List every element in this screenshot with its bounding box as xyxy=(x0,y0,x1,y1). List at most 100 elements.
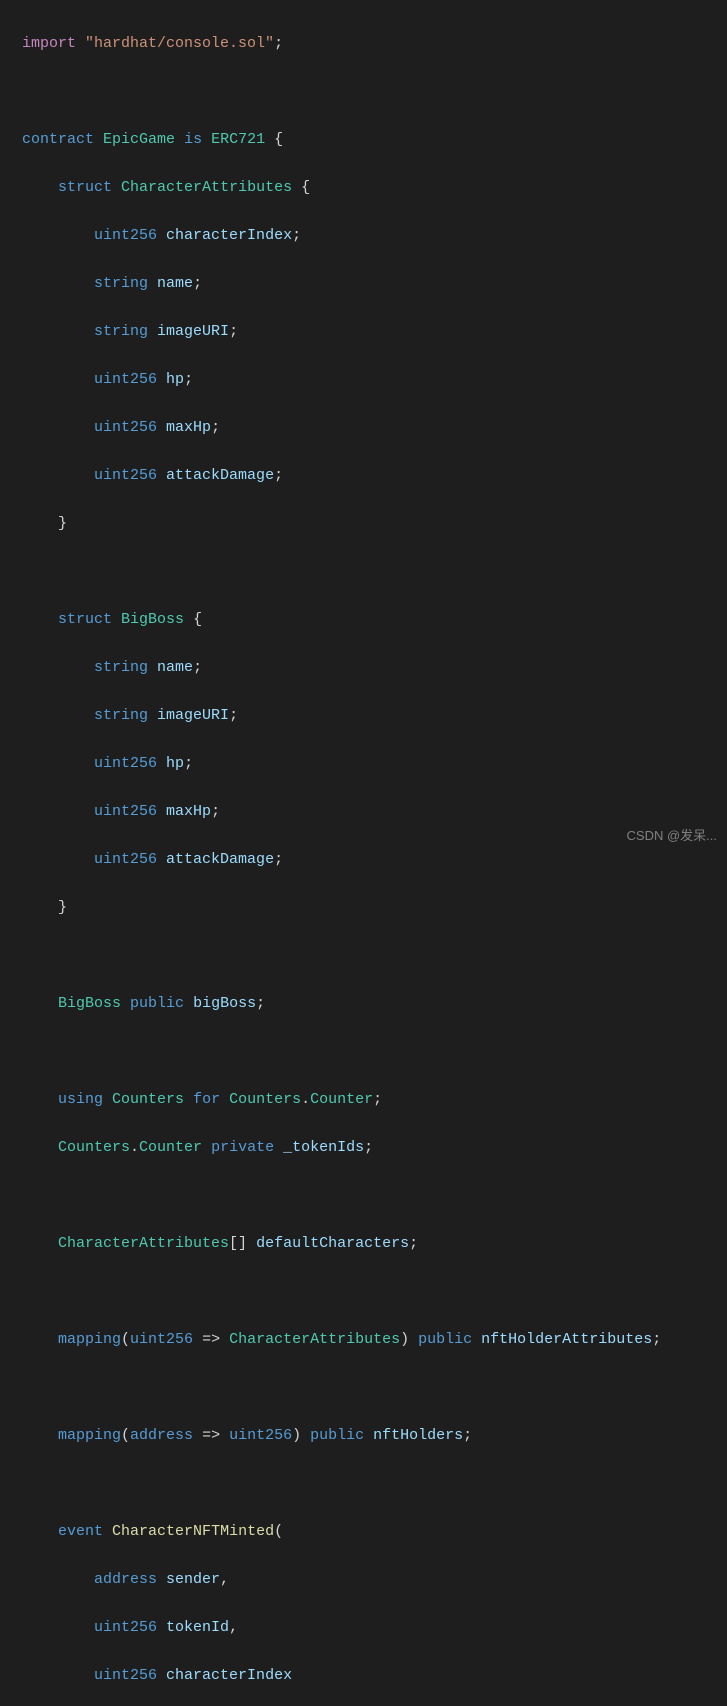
code-line: } xyxy=(22,512,727,536)
brace: } xyxy=(58,899,67,916)
paren: ( xyxy=(121,1331,130,1348)
code-line: using Counters for Counters.Counter; xyxy=(22,1088,727,1112)
code-line: mapping(uint256 => CharacterAttributes) … xyxy=(22,1328,727,1352)
code-line: uint256 hp; xyxy=(22,368,727,392)
field-name: name xyxy=(157,659,193,676)
code-line: uint256 maxHp; xyxy=(22,416,727,440)
type-keyword: string xyxy=(94,659,148,676)
semicolon: ; xyxy=(274,467,283,484)
code-line: uint256 hp; xyxy=(22,752,727,776)
comma: , xyxy=(229,1619,238,1636)
code-line: CharacterAttributes[] defaultCharacters; xyxy=(22,1232,727,1256)
code-line xyxy=(22,80,727,104)
semicolon: ; xyxy=(211,803,220,820)
type-ref: Counters xyxy=(58,1139,130,1156)
type-keyword: uint256 xyxy=(94,803,157,820)
lib-name: Counters xyxy=(112,1091,184,1108)
comma: , xyxy=(220,1571,229,1588)
code-line xyxy=(22,1472,727,1496)
code-line: uint256 maxHp; xyxy=(22,800,727,824)
code-line xyxy=(22,1376,727,1400)
code-line: event CharacterNFTMinted( xyxy=(22,1520,727,1544)
code-line: mapping(address => uint256) public nftHo… xyxy=(22,1424,727,1448)
semicolon: ; xyxy=(373,1091,382,1108)
semicolon: ; xyxy=(274,35,283,52)
keyword-contract: contract xyxy=(22,131,94,148)
brace: { xyxy=(292,179,310,196)
type-keyword: uint256 xyxy=(94,419,157,436)
semicolon: ; xyxy=(193,659,202,676)
code-line: uint256 tokenId, xyxy=(22,1616,727,1640)
paren: ( xyxy=(121,1427,130,1444)
semicolon: ; xyxy=(229,323,238,340)
contract-name: EpicGame xyxy=(103,131,175,148)
code-line: string name; xyxy=(22,656,727,680)
type-keyword: address xyxy=(130,1427,193,1444)
type-ref: CharacterAttributes xyxy=(58,1235,229,1252)
brace: { xyxy=(184,611,202,628)
code-line xyxy=(22,1184,727,1208)
keyword-for: for xyxy=(193,1091,220,1108)
code-line: string imageURI; xyxy=(22,320,727,344)
code-line: address sender, xyxy=(22,1568,727,1592)
paren: ) xyxy=(292,1427,301,1444)
code-line: } xyxy=(22,896,727,920)
type-ref: Counter xyxy=(310,1091,373,1108)
code-line xyxy=(22,1280,727,1304)
semicolon: ; xyxy=(274,851,283,868)
field-name: imageURI xyxy=(157,323,229,340)
param-name: characterIndex xyxy=(166,1667,292,1684)
keyword-struct: struct xyxy=(58,611,112,628)
semicolon: ; xyxy=(184,755,193,772)
field-name: maxHp xyxy=(166,419,211,436)
semicolon: ; xyxy=(256,995,265,1012)
field-name: characterIndex xyxy=(166,227,292,244)
watermark: CSDN @发呆... xyxy=(627,826,717,847)
type-keyword: uint256 xyxy=(94,851,157,868)
keyword-import: import xyxy=(22,35,76,52)
semicolon: ; xyxy=(463,1427,472,1444)
keyword-mapping: mapping xyxy=(58,1427,121,1444)
semicolon: ; xyxy=(211,419,220,436)
code-line: string imageURI; xyxy=(22,704,727,728)
brace: { xyxy=(265,131,283,148)
keyword-using: using xyxy=(58,1091,103,1108)
type-ref: Counters xyxy=(229,1091,301,1108)
visibility: public xyxy=(418,1331,472,1348)
type-keyword: uint256 xyxy=(94,371,157,388)
code-line: import "hardhat/console.sol"; xyxy=(22,32,727,56)
field-name: name xyxy=(157,275,193,292)
var-name: nftHolderAttributes xyxy=(481,1331,652,1348)
keyword-struct: struct xyxy=(58,179,112,196)
type-keyword: uint256 xyxy=(94,467,157,484)
type-ref: BigBoss xyxy=(58,995,121,1012)
field-name: imageURI xyxy=(157,707,229,724)
struct-name: BigBoss xyxy=(121,611,184,628)
type-keyword: uint256 xyxy=(94,227,157,244)
type-keyword: string xyxy=(94,275,148,292)
field-name: attackDamage xyxy=(166,851,274,868)
code-line: contract EpicGame is ERC721 { xyxy=(22,128,727,152)
code-line: uint256 characterIndex; xyxy=(22,224,727,248)
keyword-is: is xyxy=(184,131,202,148)
event-name: CharacterNFTMinted xyxy=(112,1523,274,1540)
code-line xyxy=(22,560,727,584)
semicolon: ; xyxy=(292,227,301,244)
dot: . xyxy=(301,1091,310,1108)
field-name: hp xyxy=(166,755,184,772)
type-keyword: uint256 xyxy=(130,1331,193,1348)
code-line: uint256 characterIndex xyxy=(22,1664,727,1688)
visibility: private xyxy=(211,1139,274,1156)
field-name: attackDamage xyxy=(166,467,274,484)
code-line: uint256 attackDamage; xyxy=(22,848,727,872)
semicolon: ; xyxy=(364,1139,373,1156)
arrow: => xyxy=(193,1427,229,1444)
type-ref: CharacterAttributes xyxy=(229,1331,400,1348)
string-literal: "hardhat/console.sol" xyxy=(85,35,274,52)
paren: ) xyxy=(400,1331,409,1348)
type-ref: Counter xyxy=(139,1139,202,1156)
visibility: public xyxy=(130,995,184,1012)
dot: . xyxy=(130,1139,139,1156)
var-name: nftHolders xyxy=(373,1427,463,1444)
code-line xyxy=(22,1040,727,1064)
